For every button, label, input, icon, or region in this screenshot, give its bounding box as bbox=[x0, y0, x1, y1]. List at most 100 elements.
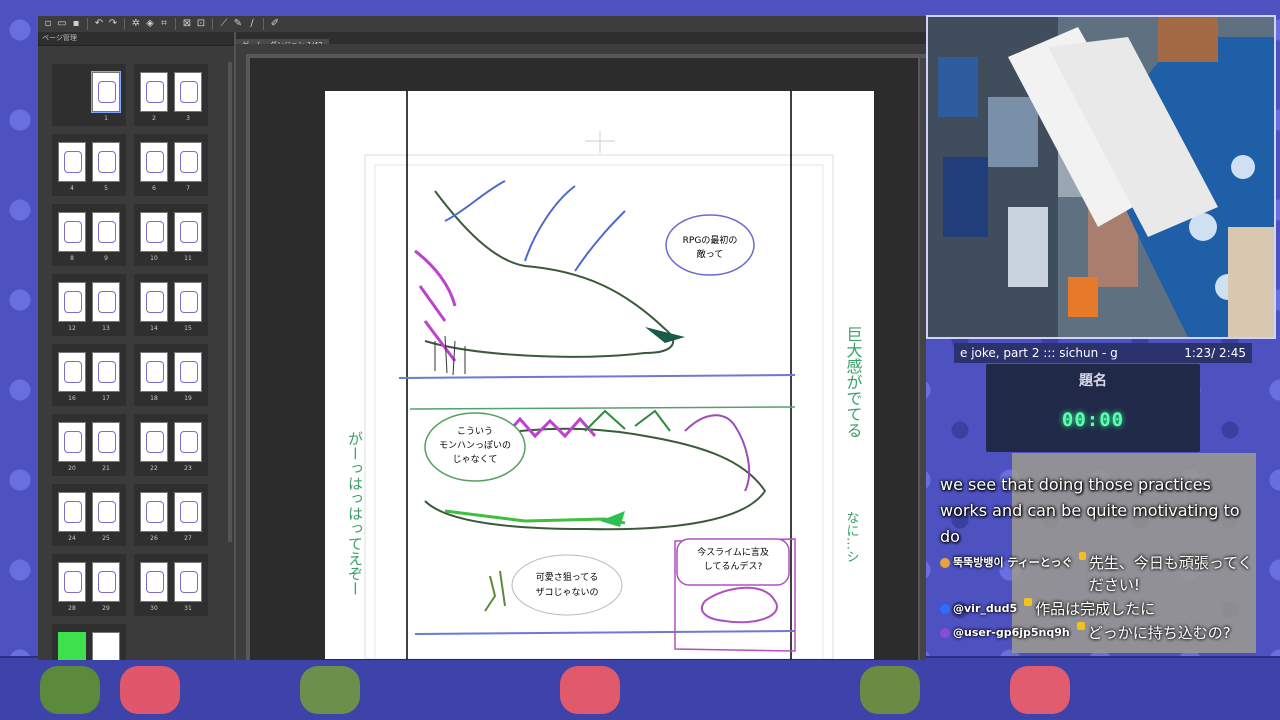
save-icon[interactable]: ▪ bbox=[70, 18, 82, 30]
page-thumbnail[interactable] bbox=[91, 71, 121, 113]
sketch-preview bbox=[98, 501, 116, 523]
page-thumbnail[interactable] bbox=[140, 422, 168, 462]
new-file-icon[interactable]: ▫ bbox=[42, 18, 54, 30]
margin-note-right-top: 巨大感がでてる bbox=[844, 326, 863, 438]
open-file-icon[interactable]: ▭ bbox=[56, 18, 68, 30]
page-number: 12 bbox=[68, 325, 76, 332]
page-spread[interactable]: 67 bbox=[134, 134, 208, 196]
panel-title[interactable]: ページ管理 bbox=[38, 32, 234, 46]
page-thumbnail[interactable] bbox=[140, 562, 168, 602]
page-thumbnail[interactable] bbox=[92, 142, 120, 182]
sketch-preview bbox=[64, 431, 82, 453]
bubble-1-line-1: RPGの最初の bbox=[683, 234, 738, 246]
page-thumbnail[interactable] bbox=[140, 142, 168, 182]
page-number: 9 bbox=[104, 255, 108, 262]
page-thumbnail[interactable] bbox=[58, 632, 86, 660]
ruler-vertical bbox=[236, 54, 246, 660]
bubble-4-line-1: 今スライムに言及 bbox=[697, 546, 769, 558]
page-thumbnail[interactable] bbox=[174, 142, 202, 182]
chat-username: @vir_dud5 bbox=[953, 602, 1018, 615]
undo-icon[interactable]: ↶ bbox=[93, 18, 105, 30]
page-spread[interactable]: 28 29 bbox=[52, 554, 126, 616]
page-number: 10 bbox=[150, 255, 158, 262]
page-spread[interactable] bbox=[52, 624, 126, 660]
sketch-preview bbox=[98, 151, 116, 173]
redo-icon[interactable]: ↷ bbox=[107, 18, 119, 30]
page-thumbnail[interactable] bbox=[140, 352, 168, 392]
sketch-preview bbox=[180, 571, 198, 593]
page-thumbnail[interactable] bbox=[92, 562, 120, 602]
page-thumbnail[interactable] bbox=[174, 562, 202, 602]
page-spread[interactable]: 24 25 bbox=[52, 484, 126, 546]
page-thumbnail[interactable] bbox=[58, 142, 86, 182]
page-thumbnail[interactable] bbox=[92, 632, 120, 660]
page-spread[interactable]: 18 19 bbox=[134, 344, 208, 406]
page-thumbnail[interactable] bbox=[58, 212, 86, 252]
page-thumbnail[interactable] bbox=[58, 422, 86, 462]
page-thumbnail[interactable] bbox=[92, 212, 120, 252]
command-bar: ▫ ▭ ▪ ↶ ↷ ✲ ◈ ⌗ ⊠ ⊡ ⟋ ✎ ∕ ✐ bbox=[38, 16, 926, 32]
sketch-preview bbox=[98, 571, 116, 593]
page-number: 16 bbox=[68, 395, 76, 402]
pen-icon[interactable]: ✎ bbox=[232, 18, 244, 30]
empty-page-slot[interactable] bbox=[58, 72, 86, 112]
settings-icon[interactable]: ✲ bbox=[130, 18, 142, 30]
ruler-icon[interactable]: ⟋ bbox=[218, 18, 230, 30]
page-thumbnail[interactable] bbox=[140, 212, 168, 252]
page-thumbnail[interactable] bbox=[140, 282, 168, 322]
page-spread[interactable]: 23 bbox=[134, 64, 208, 126]
page-thumbnail[interactable] bbox=[58, 282, 86, 322]
transform-icon[interactable]: ⌗ bbox=[158, 18, 170, 30]
page-number: 1 bbox=[104, 115, 108, 122]
page-spread[interactable]: 1 bbox=[52, 64, 126, 126]
page-thumbnail[interactable] bbox=[140, 72, 168, 112]
chat-overlay: we see that doing those practices works … bbox=[940, 472, 1260, 644]
page-spread[interactable]: 12 13 bbox=[52, 274, 126, 336]
page-thumbnail[interactable] bbox=[58, 562, 86, 602]
bubble-2-line-1: こういう bbox=[457, 426, 493, 437]
clear-icon[interactable]: ⊠ bbox=[181, 18, 193, 30]
panel-scrollbar[interactable] bbox=[228, 62, 232, 542]
chat-avatar bbox=[940, 628, 950, 638]
page-number: 24 bbox=[68, 535, 76, 542]
page-thumbnail[interactable] bbox=[58, 492, 86, 532]
page-thumbnail[interactable] bbox=[92, 422, 120, 462]
page-thumbnail[interactable] bbox=[174, 422, 202, 462]
page-thumbnail[interactable] bbox=[174, 72, 202, 112]
sketch-preview bbox=[98, 291, 116, 313]
sketch-preview bbox=[64, 361, 82, 383]
page-spread[interactable]: 20 21 bbox=[52, 414, 126, 476]
page-spread[interactable]: 26 27 bbox=[134, 484, 208, 546]
page-number: 6 bbox=[152, 185, 156, 192]
sketch-preview bbox=[146, 291, 164, 313]
page-number: 2 bbox=[152, 115, 156, 122]
page-thumbnail[interactable] bbox=[92, 352, 120, 392]
page-spread[interactable]: 45 bbox=[52, 134, 126, 196]
page-thumbnail[interactable] bbox=[92, 282, 120, 322]
line-icon[interactable]: ∕ bbox=[246, 18, 258, 30]
page-thumbnail[interactable] bbox=[174, 492, 202, 532]
bubble-1-line-2: 敵って bbox=[697, 248, 724, 260]
timer-title: 題名 bbox=[1079, 373, 1107, 389]
page-spread[interactable]: 89 bbox=[52, 204, 126, 266]
margin-note-left: がーっはっはってえぞー bbox=[346, 431, 364, 596]
page-thumbnail[interactable] bbox=[174, 212, 202, 252]
timer-widget: 題名 00:00 bbox=[986, 364, 1200, 452]
page-thumbnail[interactable] bbox=[58, 352, 86, 392]
fill-icon[interactable]: ◈ bbox=[144, 18, 156, 30]
page-spread[interactable]: 16 17 bbox=[52, 344, 126, 406]
webcam-scene bbox=[928, 17, 1274, 337]
page-thumbnail[interactable] bbox=[174, 352, 202, 392]
select-icon[interactable]: ⊡ bbox=[195, 18, 207, 30]
page-thumbnail[interactable] bbox=[140, 492, 168, 532]
toolbar-divider bbox=[263, 18, 264, 30]
page-spread[interactable]: 22 23 bbox=[134, 414, 208, 476]
page-spread[interactable]: 30 31 bbox=[134, 554, 208, 616]
sketch-preview bbox=[146, 361, 164, 383]
page-spread[interactable]: 14 15 bbox=[134, 274, 208, 336]
page-spread[interactable]: 10 11 bbox=[134, 204, 208, 266]
brush-icon[interactable]: ✐ bbox=[269, 18, 281, 30]
manga-page[interactable]: RPGの最初の 敵って こういう モンハンっぽいの じゃなくて 可愛さ狙ってる … bbox=[325, 91, 874, 660]
page-thumbnail[interactable] bbox=[92, 492, 120, 532]
page-thumbnail[interactable] bbox=[174, 282, 202, 322]
